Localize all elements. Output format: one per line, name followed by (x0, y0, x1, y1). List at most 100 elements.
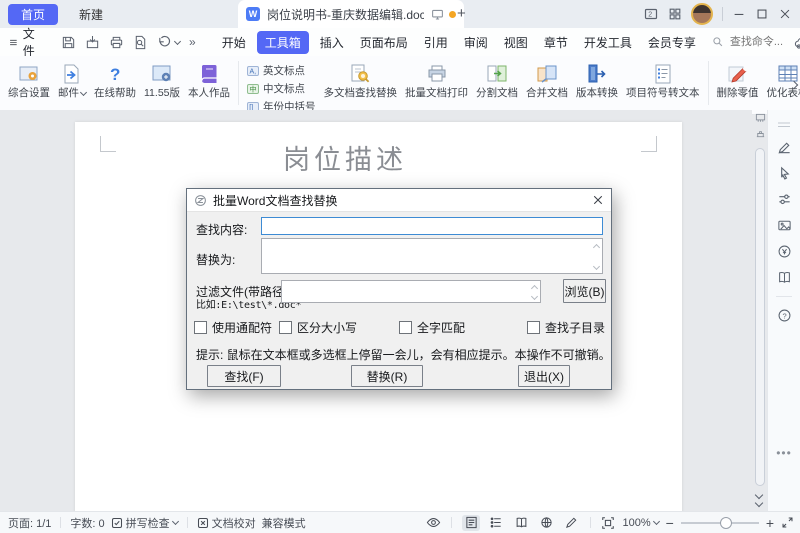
checkbox-box[interactable] (399, 321, 412, 334)
tab-toolbox[interactable]: 工具箱 (257, 31, 309, 54)
textarea-scroll-arrows[interactable] (594, 243, 599, 269)
save-icon[interactable] (61, 35, 76, 50)
filter-path-input[interactable] (282, 281, 540, 302)
minimize-button[interactable] (732, 7, 746, 21)
replace-input-wrap (261, 238, 603, 274)
checkbox-whole-word[interactable]: 全字匹配 (399, 319, 465, 336)
version-1155-button[interactable]: 11.55版 (140, 60, 184, 100)
replace-with-textarea[interactable] (262, 239, 602, 273)
monitor-icon (431, 8, 444, 21)
coin-icon[interactable] (777, 244, 792, 259)
panel-handle-icon[interactable] (777, 121, 791, 129)
zoom-slider[interactable] (681, 516, 759, 530)
tab-references[interactable]: 引用 (416, 31, 456, 54)
checkbox-match-case[interactable]: 区分大小写 (279, 319, 357, 336)
checkbox-box[interactable] (527, 321, 540, 334)
online-help-button[interactable]: ? 在线帮助 (90, 60, 140, 100)
zoom-slider-knob[interactable] (720, 517, 732, 529)
ruler-toggle-icon[interactable] (755, 113, 766, 124)
dialog-close-icon[interactable] (592, 194, 604, 206)
maximize-button[interactable] (755, 7, 769, 21)
batch-print-button[interactable]: 批量文档打印 (401, 60, 472, 100)
split-doc-button[interactable]: 分割文档 (472, 60, 522, 100)
optimize-table-button[interactable]: 优化表格 (763, 60, 800, 100)
compatibility-mode[interactable]: 兼容模式 (262, 515, 306, 531)
file-menu[interactable]: 文件 (0, 25, 49, 59)
select-cursor-icon[interactable] (777, 166, 792, 181)
close-button[interactable] (778, 7, 792, 21)
print-preview-icon[interactable] (133, 35, 148, 50)
tab-insert[interactable]: 插入 (312, 31, 352, 54)
annotate-pen-icon[interactable] (777, 140, 792, 155)
exit-button[interactable]: 退出(X) (518, 365, 570, 387)
gridline-toggle-icon[interactable] (755, 128, 766, 139)
vertical-scrollbar[interactable] (752, 110, 768, 512)
tab-home[interactable]: 开始 (214, 31, 254, 54)
checkbox-wildcards[interactable]: 使用通配符 (194, 319, 272, 336)
cloud-status[interactable]: 未上云 (794, 34, 800, 51)
find-button[interactable]: 查找(F) (207, 365, 281, 387)
window-manager-icon[interactable]: 2 (643, 6, 659, 22)
my-works-button[interactable]: 本人作品 (184, 60, 234, 100)
export-image-icon[interactable] (777, 218, 792, 233)
fit-page-icon[interactable] (601, 516, 615, 530)
zoom-out-button[interactable]: − (666, 518, 674, 528)
print-icon[interactable] (109, 35, 124, 50)
undo-icon[interactable] (157, 35, 180, 50)
bullets-to-text-button[interactable]: 项目符号转文本 (622, 60, 704, 100)
tab-view[interactable]: 视图 (496, 31, 536, 54)
chinese-punctuation-button[interactable]: 中 中文标点 (247, 81, 316, 96)
export-icon[interactable] (85, 35, 100, 50)
more-commands-icon[interactable]: » (189, 35, 196, 49)
input-spin-arrows[interactable] (532, 284, 537, 299)
adjust-sliders-icon[interactable] (777, 192, 792, 207)
multi-doc-find-replace-button[interactable]: 多文档查找替换 (320, 60, 402, 100)
version-convert-button[interactable]: 版本转换 (572, 60, 622, 100)
checkbox-box[interactable] (194, 321, 207, 334)
merge-doc-button[interactable]: 合并文档 (522, 60, 572, 100)
help-icon[interactable]: ? (777, 308, 792, 323)
svg-text:2: 2 (648, 12, 652, 19)
svg-text:中: 中 (250, 84, 257, 93)
tab-section[interactable]: 章节 (536, 31, 576, 54)
new-tab-button[interactable]: + (457, 5, 466, 23)
tab-page-layout[interactable]: 页面布局 (352, 31, 416, 54)
command-search-input[interactable] (728, 35, 794, 49)
checkbox-box[interactable] (279, 321, 292, 334)
zoom-level[interactable]: 100% (622, 517, 658, 529)
find-content-input[interactable] (262, 218, 602, 234)
word-count[interactable]: 字数: 0 (70, 515, 104, 531)
browse-button[interactable]: 浏览(B) (563, 279, 606, 303)
spellcheck-toggle[interactable]: 拼写检查 (111, 515, 178, 531)
document-tab[interactable]: W 岗位说明书-重庆数据编辑.doc (238, 0, 464, 28)
fullscreen-icon[interactable] (781, 516, 794, 529)
apps-grid-icon[interactable] (668, 7, 682, 21)
eye-protect-icon[interactable] (426, 515, 441, 530)
page-down-icon[interactable] (756, 485, 762, 506)
user-avatar[interactable] (691, 3, 713, 25)
ink-pen-button[interactable] (562, 515, 580, 531)
replace-button[interactable]: 替换(R) (351, 365, 423, 387)
english-punctuation-button[interactable]: A, 英文标点 (247, 63, 316, 78)
read-view-button[interactable] (512, 515, 530, 531)
tab-member[interactable]: 会员专享 (640, 31, 704, 54)
mail-button[interactable]: 邮件 (54, 60, 90, 100)
dialog-titlebar[interactable]: 批量Word文档查找替换 (187, 189, 611, 212)
tab-developer[interactable]: 开发工具 (576, 31, 640, 54)
checkbox-subfolders[interactable]: 查找子目录 (527, 319, 605, 336)
scrollbar-thumb[interactable] (755, 148, 765, 486)
delete-zero-button[interactable]: 删除零值 (713, 60, 763, 100)
proofread-button[interactable]: 文档校对 (197, 515, 256, 531)
document-heading[interactable]: 岗位描述 (283, 138, 407, 177)
page-view-button[interactable] (462, 515, 480, 531)
sidebar-more-icon[interactable]: ••• (776, 446, 792, 460)
comprehensive-settings-button[interactable]: 综合设置 (4, 60, 54, 100)
outline-view-button[interactable] (487, 515, 505, 531)
zoom-in-button[interactable]: + (766, 518, 774, 528)
reference-book-icon[interactable] (777, 270, 792, 285)
command-search[interactable] (712, 35, 794, 49)
web-view-button[interactable] (537, 515, 555, 531)
home-tab[interactable]: 首页 (8, 4, 58, 25)
new-document-tab[interactable]: 新建 (68, 6, 114, 23)
tab-review[interactable]: 审阅 (456, 31, 496, 54)
